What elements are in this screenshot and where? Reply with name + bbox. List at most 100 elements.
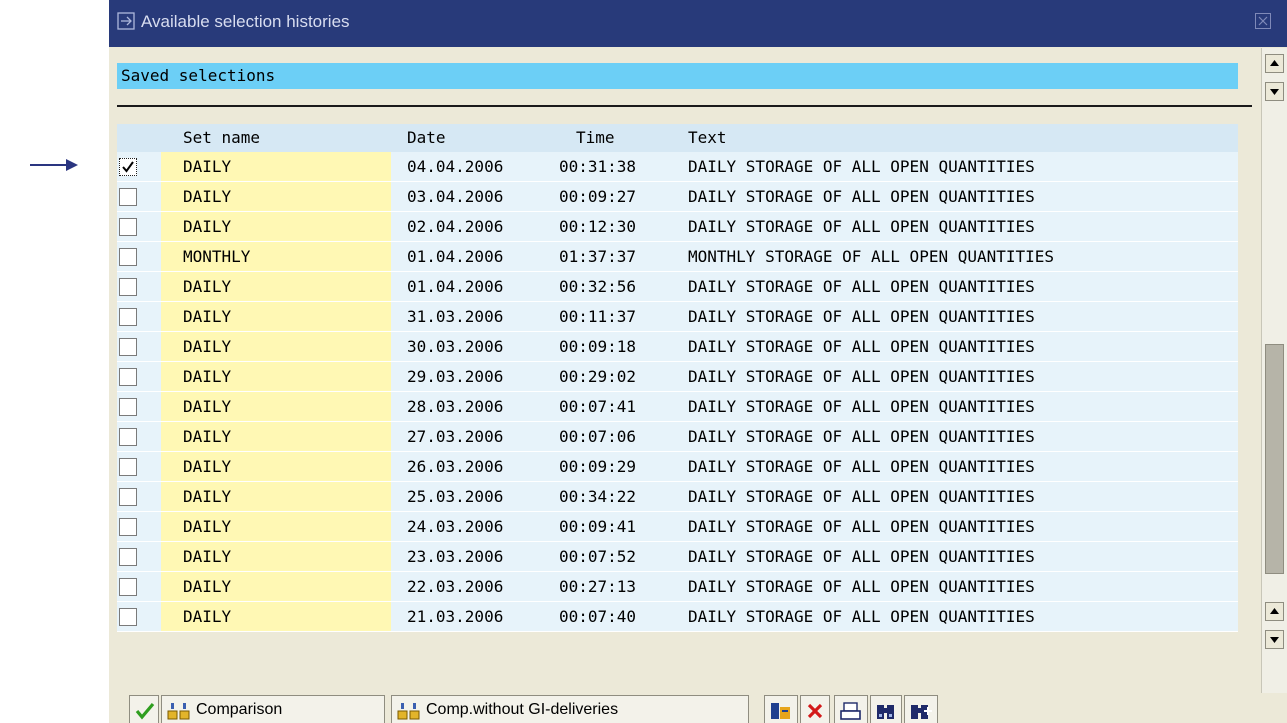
- row-select-checkbox[interactable]: [119, 548, 137, 566]
- comparison-button[interactable]: Comparison: [161, 695, 385, 723]
- cell-time: 00:07:40: [559, 607, 637, 626]
- cell-time: 00:09:18: [559, 337, 637, 356]
- delete-button[interactable]: [800, 695, 830, 723]
- column-header-set-name[interactable]: Set name: [183, 124, 260, 152]
- row-select-checkbox[interactable]: [119, 428, 137, 446]
- cell-date: 01.04.2006: [407, 247, 504, 266]
- cell-set-name: DAILY: [183, 487, 232, 506]
- layout-button[interactable]: [764, 695, 798, 723]
- row-select-checkbox[interactable]: [119, 368, 137, 386]
- table-row[interactable]: DAILY 26.03.2006 00:09:29 DAILY STORAGE OF …: [117, 452, 1238, 482]
- row-select-checkbox[interactable]: [119, 518, 137, 536]
- column-header-date[interactable]: Date: [407, 124, 446, 152]
- cell-text: DAILY STORAGE OF ALL OPEN QUANTITIES: [688, 427, 1035, 446]
- cell-time: 00:12:30: [559, 217, 637, 236]
- row-select-checkbox[interactable]: [119, 398, 137, 416]
- scroll-page-up-button[interactable]: [1265, 602, 1284, 621]
- row-select-checkbox[interactable]: [119, 278, 137, 296]
- cell-date: 03.04.2006: [407, 187, 504, 206]
- cell-set-name: DAILY: [183, 607, 232, 626]
- window-menu-icon[interactable]: [117, 12, 135, 30]
- table-row[interactable]: DAILY 31.03.2006 00:11:37 DAILY STORAGE OF …: [117, 302, 1238, 332]
- cell-set-name: DAILY: [183, 457, 232, 476]
- cell-set-name: DAILY: [183, 547, 232, 566]
- table-row[interactable]: DAILY 28.03.2006 00:07:41 DAILY STORAGE OF …: [117, 392, 1238, 422]
- cell-date: 28.03.2006: [407, 397, 504, 416]
- pointer-arrow-icon: [30, 159, 78, 171]
- row-select-checkbox[interactable]: [119, 578, 137, 596]
- scroll-page-down-button[interactable]: [1265, 630, 1284, 649]
- cell-time: 00:29:02: [559, 367, 637, 386]
- table-row[interactable]: DAILY 25.03.2006 00:34:22 DAILY STORAGE OF …: [117, 482, 1238, 512]
- table-row[interactable]: DAILY 03.04.2006 00:09:27 DAILY STORAGE OF …: [117, 182, 1238, 212]
- row-select-checkbox[interactable]: [119, 608, 137, 626]
- layout-icon: [771, 703, 790, 719]
- cell-set-name: DAILY: [183, 217, 232, 236]
- find-next-button[interactable]: [904, 695, 938, 723]
- find-button[interactable]: [870, 695, 902, 723]
- title-bar: Available selection histories: [109, 0, 1287, 47]
- row-select-checkbox[interactable]: [119, 218, 137, 236]
- cell-text: DAILY STORAGE OF ALL OPEN QUANTITIES: [688, 517, 1035, 536]
- table-header: Set name Date Time Text: [117, 124, 1238, 152]
- confirm-button[interactable]: [129, 695, 159, 723]
- cell-time: 00:07:06: [559, 427, 637, 446]
- table-row[interactable]: DAILY 27.03.2006 00:07:06 DAILY STORAGE OF …: [117, 422, 1238, 452]
- table-row[interactable]: DAILY 22.03.2006 00:27:13 DAILY STORAGE OF …: [117, 572, 1238, 602]
- table-row[interactable]: DAILY 21.03.2006 00:07:40 DAILY STORAGE OF …: [117, 602, 1238, 632]
- row-select-checkbox[interactable]: [119, 188, 137, 206]
- cell-date: 24.03.2006: [407, 517, 504, 536]
- comp-without-gi-deliveries-button[interactable]: Comp.without GI-deliveries: [391, 695, 749, 723]
- cell-time: 01:37:37: [559, 247, 637, 266]
- cell-set-name: DAILY: [183, 367, 232, 386]
- section-divider: [117, 105, 1252, 107]
- table-row[interactable]: MONTHLY 01.04.2006 01:37:37 MONTHLY STORAGE…: [117, 242, 1238, 272]
- scroll-down-button[interactable]: [1265, 82, 1284, 101]
- row-select-checkbox[interactable]: [119, 158, 137, 176]
- table-row[interactable]: DAILY 01.04.2006 00:32:56 DAILY STORAGE OF …: [117, 272, 1238, 302]
- row-select-checkbox[interactable]: [119, 458, 137, 476]
- vertical-scrollbar[interactable]: [1261, 48, 1287, 693]
- cell-set-name: DAILY: [183, 427, 232, 446]
- cell-date: 21.03.2006: [407, 607, 504, 626]
- cell-text: DAILY STORAGE OF ALL OPEN QUANTITIES: [688, 307, 1035, 326]
- column-header-text[interactable]: Text: [688, 124, 727, 152]
- cell-date: 29.03.2006: [407, 367, 504, 386]
- cell-time: 00:09:41: [559, 517, 637, 536]
- cell-text: DAILY STORAGE OF ALL OPEN QUANTITIES: [688, 577, 1035, 596]
- cell-time: 00:09:29: [559, 457, 637, 476]
- cell-time: 00:31:38: [559, 157, 637, 176]
- cell-set-name: DAILY: [183, 577, 232, 596]
- find-icon: [877, 705, 894, 719]
- cell-time: 00:07:52: [559, 547, 637, 566]
- scroll-thumb[interactable]: [1265, 344, 1284, 574]
- cell-time: 00:11:37: [559, 307, 637, 326]
- row-select-checkbox[interactable]: [119, 248, 137, 266]
- row-select-checkbox[interactable]: [119, 338, 137, 356]
- table-row[interactable]: DAILY 29.03.2006 00:29:02 DAILY STORAGE OF …: [117, 362, 1238, 392]
- table-row[interactable]: DAILY 04.04.2006 00:31:38 DAILY STORAGE OF …: [117, 152, 1238, 182]
- cell-date: 27.03.2006: [407, 427, 504, 446]
- cell-set-name: DAILY: [183, 337, 232, 356]
- cell-date: 30.03.2006: [407, 337, 504, 356]
- close-icon[interactable]: [1255, 13, 1271, 29]
- cell-time: 00:32:56: [559, 277, 637, 296]
- section-header: Saved selections: [117, 63, 1238, 89]
- cell-set-name: DAILY: [183, 397, 232, 416]
- column-header-time[interactable]: Time: [576, 124, 615, 152]
- checkmark-icon: [122, 161, 134, 173]
- row-select-checkbox[interactable]: [119, 308, 137, 326]
- table-row[interactable]: DAILY 23.03.2006 00:07:52 DAILY STORAGE OF …: [117, 542, 1238, 572]
- find-next-icon: [911, 705, 932, 719]
- scroll-up-button[interactable]: [1265, 54, 1284, 73]
- cell-text: DAILY STORAGE OF ALL OPEN QUANTITIES: [688, 487, 1035, 506]
- table-row[interactable]: DAILY 30.03.2006 00:09:18 DAILY STORAGE OF …: [117, 332, 1238, 362]
- print-button[interactable]: [834, 695, 868, 723]
- table-row[interactable]: DAILY 02.04.2006 00:12:30 DAILY STORAGE OF …: [117, 212, 1238, 242]
- cell-text: DAILY STORAGE OF ALL OPEN QUANTITIES: [688, 337, 1035, 356]
- row-select-checkbox[interactable]: [119, 488, 137, 506]
- cell-set-name: DAILY: [183, 307, 232, 326]
- table-row[interactable]: DAILY 24.03.2006 00:09:41 DAILY STORAGE OF …: [117, 512, 1238, 542]
- cell-time: 00:07:41: [559, 397, 637, 416]
- cell-date: 02.04.2006: [407, 217, 504, 236]
